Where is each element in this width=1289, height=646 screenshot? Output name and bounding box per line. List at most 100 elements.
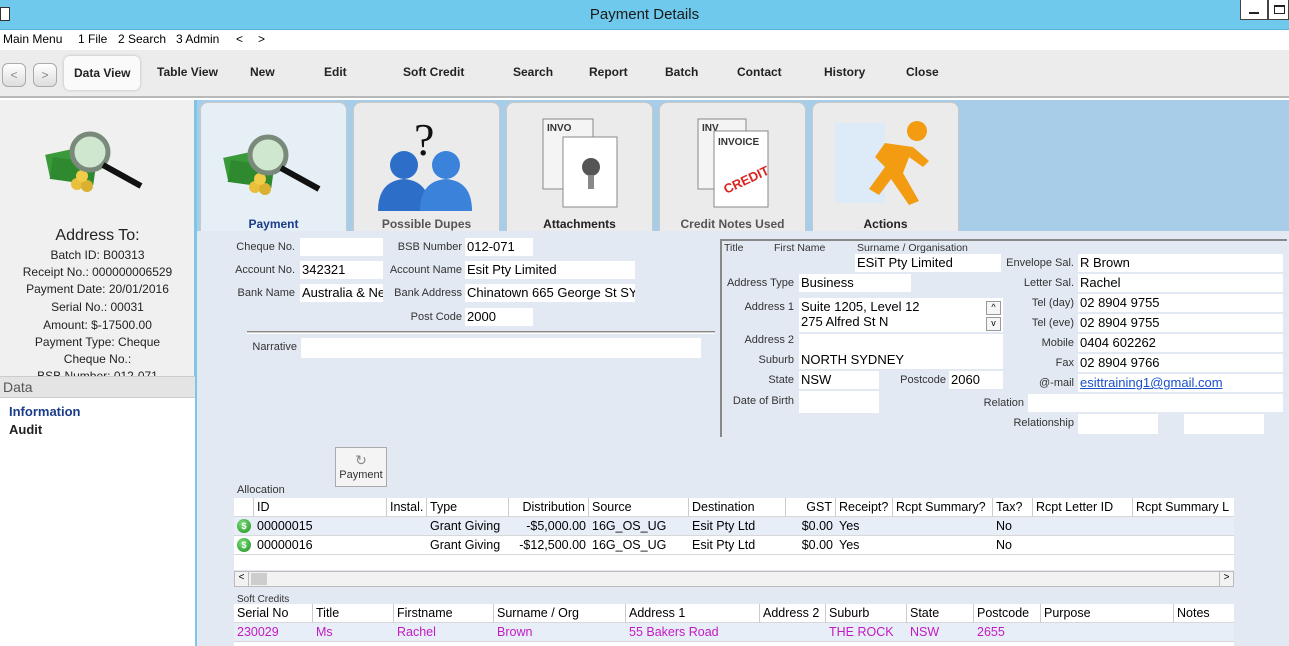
invoice-credit-icon: INV INVOICE CREDIT bbox=[697, 118, 771, 208]
menu-back-arrow[interactable]: < bbox=[236, 32, 243, 46]
tab-actions[interactable]: Actions bbox=[812, 102, 959, 231]
tab-attachments[interactable]: INVO Attachments bbox=[506, 102, 653, 231]
allocation-col-tax[interactable]: Tax? bbox=[993, 498, 1033, 517]
history-button[interactable]: History bbox=[824, 65, 865, 79]
question-people-icon: ? bbox=[378, 114, 472, 211]
allocation-col-distribution[interactable]: Distribution bbox=[509, 498, 589, 517]
envelope-sal-field[interactable]: R Brown bbox=[1078, 254, 1283, 272]
tab-payment[interactable]: Payment bbox=[200, 102, 347, 231]
table-row[interactable]: $ 00000016 Grant Giving -$12,500.00 16G_… bbox=[234, 536, 1234, 555]
soft-col-suburb[interactable]: Suburb bbox=[826, 604, 907, 623]
bank-name-field[interactable]: Australia & Ne bbox=[300, 284, 383, 302]
menu-forward-arrow[interactable]: > bbox=[258, 32, 265, 46]
relationship-field-2[interactable] bbox=[1184, 414, 1264, 434]
allocation-destination-cell: Esit Pty Ltd bbox=[692, 519, 756, 533]
dob-field[interactable] bbox=[799, 391, 879, 413]
address-to-heading: Address To: bbox=[55, 227, 140, 244]
soft-col-notes[interactable]: Notes bbox=[1174, 604, 1234, 623]
relationship-field[interactable] bbox=[1078, 414, 1158, 434]
cheque-no-field[interactable] bbox=[300, 238, 383, 256]
allocation-col-type[interactable]: Type bbox=[427, 498, 509, 517]
allocation-col-rcpt-letter[interactable]: Rcpt Letter ID bbox=[1033, 498, 1133, 517]
allocation-col-rcpt-summary[interactable]: Rcpt Summary? bbox=[893, 498, 993, 517]
table-row[interactable]: $ 00000015 Grant Giving -$5,000.00 16G_O… bbox=[234, 517, 1234, 536]
table-row[interactable]: 230029 Ms Rachel Brown 55 Bakers Road TH… bbox=[234, 623, 1234, 642]
allocation-col-receipt[interactable]: Receipt? bbox=[836, 498, 893, 517]
toolbar: < > Data View Table View New Edit Soft C… bbox=[0, 50, 1289, 98]
maximize-button[interactable] bbox=[1268, 0, 1289, 20]
menu-main[interactable]: Main Menu bbox=[3, 32, 62, 46]
menu-search[interactable]: 2 Search bbox=[118, 32, 166, 46]
address-type-field[interactable]: Business bbox=[799, 274, 911, 292]
new-button[interactable]: New bbox=[250, 65, 275, 79]
dob-label: Date of Birth bbox=[732, 395, 794, 407]
tab-credit-notes-used[interactable]: INV INVOICE CREDIT Credit Notes Used bbox=[659, 102, 806, 231]
email-field[interactable]: esittraining1@gmail.com bbox=[1078, 374, 1283, 392]
soft-col-surname[interactable]: Surname / Org bbox=[494, 604, 626, 623]
allocation-id-cell: 00000015 bbox=[257, 519, 313, 533]
minimize-button[interactable] bbox=[1240, 0, 1268, 20]
search-button[interactable]: Search bbox=[513, 65, 553, 79]
edit-button[interactable]: Edit bbox=[324, 65, 347, 79]
bsb-field[interactable]: 012-071 bbox=[465, 238, 533, 256]
email-label: @-mail bbox=[1039, 377, 1074, 389]
soft-surname-cell: Brown bbox=[497, 625, 533, 639]
mobile-field[interactable]: 0404 602262 bbox=[1078, 334, 1283, 352]
letter-sal-label: Letter Sal. bbox=[1023, 277, 1074, 289]
suburb-field[interactable]: NORTH SYDNEY bbox=[799, 351, 1003, 369]
report-button[interactable]: Report bbox=[589, 65, 628, 79]
scroll-thumb[interactable] bbox=[251, 573, 267, 585]
back-button[interactable]: < bbox=[2, 63, 26, 87]
soft-col-state[interactable]: State bbox=[907, 604, 974, 623]
allocation-col-destination[interactable]: Destination bbox=[689, 498, 786, 517]
fax-field[interactable]: 02 8904 9766 bbox=[1078, 354, 1283, 372]
allocation-col-gst[interactable]: GST bbox=[786, 498, 836, 517]
data-view-button[interactable]: Data View bbox=[64, 56, 141, 90]
address2-label: Address 2 bbox=[744, 334, 794, 346]
scroll-right-button[interactable]: > bbox=[1219, 572, 1233, 586]
account-no-field[interactable]: 342321 bbox=[300, 261, 383, 279]
data-item-information[interactable]: Information bbox=[9, 404, 81, 419]
soft-col-address2[interactable]: Address 2 bbox=[760, 604, 826, 623]
soft-col-postcode[interactable]: Postcode bbox=[974, 604, 1041, 623]
tel-eve-field[interactable]: 02 8904 9755 bbox=[1078, 314, 1283, 332]
soft-col-purpose[interactable]: Purpose bbox=[1041, 604, 1174, 623]
allocation-col-instal[interactable]: Instal. bbox=[387, 498, 427, 517]
letter-sal-field[interactable]: Rachel bbox=[1078, 274, 1283, 292]
menu-file[interactable]: 1 File bbox=[78, 32, 107, 46]
allocation-col-id[interactable]: ID bbox=[254, 498, 387, 517]
close-button[interactable]: Close bbox=[906, 65, 939, 79]
first-name-field[interactable] bbox=[774, 254, 852, 272]
post-code-field[interactable]: 2000 bbox=[465, 308, 533, 326]
account-name-field[interactable]: Esit Pty Limited bbox=[465, 261, 635, 279]
svg-text:?: ? bbox=[414, 114, 434, 165]
forward-button[interactable]: > bbox=[33, 63, 57, 87]
title-field[interactable] bbox=[724, 254, 762, 272]
surname-field[interactable]: ESiT Pty Limited bbox=[855, 254, 1001, 272]
tab-possible-dupes[interactable]: ? Possible Dupes bbox=[353, 102, 500, 231]
table-view-button[interactable]: Table View bbox=[157, 65, 218, 79]
soft-col-firstname[interactable]: Firstname bbox=[394, 604, 494, 623]
allocation-col-source[interactable]: Source bbox=[589, 498, 689, 517]
contact-button[interactable]: Contact bbox=[737, 65, 782, 79]
menu-admin[interactable]: 3 Admin bbox=[176, 32, 219, 46]
data-item-audit[interactable]: Audit bbox=[9, 422, 42, 437]
state-field[interactable]: NSW bbox=[799, 371, 879, 389]
soft-col-serial[interactable]: Serial No bbox=[234, 604, 313, 623]
allocation-scrollbar[interactable]: < > bbox=[234, 571, 1234, 587]
soft-col-address1[interactable]: Address 1 bbox=[626, 604, 760, 623]
money-magnifier-icon bbox=[223, 134, 321, 195]
soft-col-title[interactable]: Title bbox=[313, 604, 394, 623]
payment-action-button[interactable]: ↻ Payment bbox=[335, 447, 387, 487]
scroll-left-button[interactable]: < bbox=[235, 572, 249, 586]
bank-address-field[interactable]: Chinatown 665 George St SY bbox=[465, 284, 635, 302]
narrative-field[interactable] bbox=[301, 338, 701, 358]
soft-title-cell: Ms bbox=[316, 625, 333, 639]
address1-field[interactable]: Suite 1205, Level 12 275 Alfred St N bbox=[799, 298, 1003, 332]
batch-button[interactable]: Batch bbox=[665, 65, 698, 79]
tel-day-field[interactable]: 02 8904 9755 bbox=[1078, 294, 1283, 312]
soft-credit-button[interactable]: Soft Credit bbox=[403, 65, 464, 79]
email-link[interactable]: esittraining1@gmail.com bbox=[1080, 375, 1223, 390]
relation-field[interactable] bbox=[1028, 394, 1283, 412]
allocation-col-rcpt-summary-l[interactable]: Rcpt Summary L bbox=[1133, 498, 1234, 517]
